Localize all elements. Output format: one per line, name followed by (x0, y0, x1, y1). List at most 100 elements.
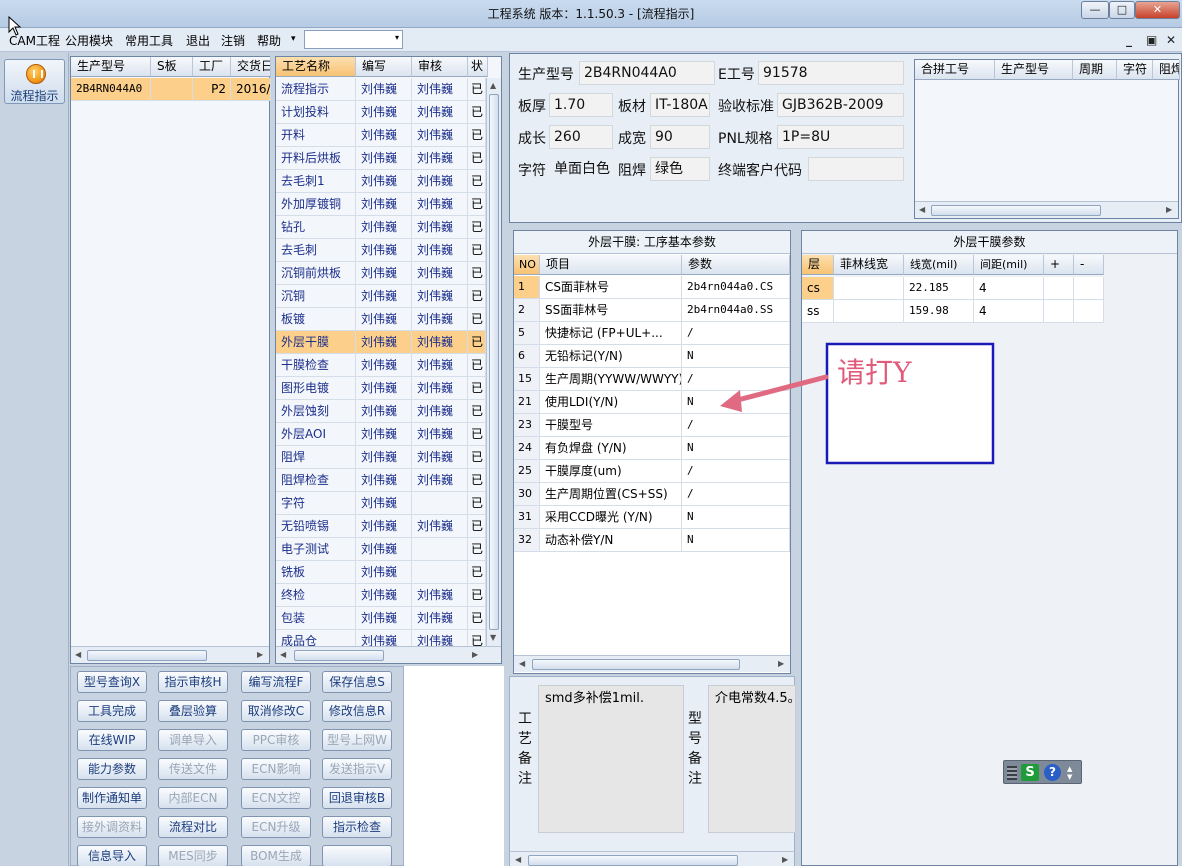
minimize-button[interactable]: — (1081, 1, 1109, 19)
action-button-5[interactable]: 叠层验算 (158, 700, 228, 722)
scroll-right-icon[interactable]: ▶ (472, 650, 478, 659)
mask-field[interactable]: 绿色 (650, 157, 710, 181)
action-button-7[interactable]: 修改信息R (322, 700, 392, 722)
action-button-16[interactable]: 制作通知单 (77, 787, 147, 809)
mdi-minimize-button[interactable]: _ (1126, 33, 1132, 47)
scroll-right-icon[interactable]: ▶ (1166, 205, 1172, 214)
action-button-14[interactable]: ECN影响 (241, 758, 311, 780)
action-button-0[interactable]: 型号查询X (77, 671, 147, 693)
scroll-right-icon[interactable]: ▶ (257, 650, 263, 659)
e-no-field[interactable]: 91578 (758, 61, 904, 85)
process-row[interactable]: 终检 刘伟巍 刘伟巍已 (276, 584, 486, 607)
prod-model-field[interactable]: 2B4RN044A0 (579, 61, 715, 85)
scroll-right-icon[interactable]: ▶ (778, 659, 784, 668)
process-row[interactable]: 开料后烘板 刘伟巍 刘伟巍已 (276, 147, 486, 170)
process-row[interactable]: 铣板 刘伟巍 已 (276, 561, 486, 584)
col-header-layer[interactable]: 层 (802, 255, 834, 275)
maximize-button[interactable]: □ (1109, 1, 1135, 19)
action-button-26[interactable]: BOM生成 (241, 845, 311, 866)
horizontal-scrollbar[interactable]: ◀ ▶ (915, 201, 1178, 218)
action-button-13[interactable]: 传送文件 (158, 758, 228, 780)
table-row[interactable]: 2B4RN044A0 P2 2016/ (71, 78, 271, 101)
scroll-up-icon[interactable]: ▲ (490, 81, 496, 90)
col-header-param[interactable]: 参数 (682, 255, 790, 275)
param-row[interactable]: 31 采用CCD曝光 (Y/N) N (514, 506, 790, 529)
menu-tools[interactable]: 常用工具 (125, 32, 173, 49)
col-header-linewidth-mil[interactable]: 线宽(mil) (904, 255, 974, 275)
add-column-button[interactable]: + (1044, 255, 1074, 275)
col-header-combine-model[interactable]: 生产型号 (995, 60, 1073, 80)
process-row[interactable]: 钻孔 刘伟巍 刘伟巍已 (276, 216, 486, 239)
remove-column-button[interactable]: - (1074, 255, 1104, 275)
menu-overflow-icon[interactable]: ▾ (291, 34, 296, 44)
mdi-close-button[interactable]: ✕ (1166, 33, 1176, 47)
col-header-film-linewidth[interactable]: 菲林线宽 (834, 255, 904, 275)
scrollbar-thumb[interactable] (931, 205, 1101, 216)
col-header-delivery[interactable]: 交货日 (231, 57, 271, 77)
action-button-11[interactable]: 型号上网W (322, 729, 392, 751)
action-button-2[interactable]: 编写流程F (241, 671, 311, 693)
ime-menu-icon[interactable]: ▲ ▼ (1067, 765, 1072, 781)
menu-common-module[interactable]: 公用模块 (65, 32, 113, 49)
film-row[interactable]: ss 159.98 4 (802, 300, 1104, 323)
action-button-4[interactable]: 工具完成 (77, 700, 147, 722)
action-button-17[interactable]: 内部ECN (158, 787, 228, 809)
process-row[interactable]: 外层蚀刻 刘伟巍 刘伟巍已 (276, 400, 486, 423)
action-button-19[interactable]: 回退审核B (322, 787, 392, 809)
col-header-writer[interactable]: 编写 (356, 57, 412, 77)
mdi-restore-button[interactable]: ▣ (1146, 33, 1157, 47)
customer-code-field[interactable] (808, 157, 904, 181)
scrollbar-thumb[interactable] (87, 650, 207, 661)
process-row[interactable]: 外加厚镀铜 刘伟巍 刘伟巍已 (276, 193, 486, 216)
toolbar-combo[interactable]: ▾ (304, 30, 403, 49)
scroll-left-icon[interactable]: ◀ (919, 205, 925, 214)
process-row[interactable]: 无铅喷锡 刘伟巍 刘伟巍已 (276, 515, 486, 538)
col-header-combine-cycle[interactable]: 周期 (1073, 60, 1117, 80)
action-button-15[interactable]: 发送指示V (322, 758, 392, 780)
horizontal-scrollbar[interactable]: ◀ ▶ (71, 646, 269, 663)
col-header-reviewer[interactable]: 审核 (412, 57, 468, 77)
scrollbar-thumb[interactable] (532, 659, 740, 670)
param-row[interactable]: 1 CS面菲林号 2b4rn044a0.CS (514, 276, 790, 299)
action-button-25[interactable]: MES同步 (158, 845, 228, 866)
col-header-model[interactable]: 生产型号 (71, 57, 151, 77)
action-button-12[interactable]: 能力参数 (77, 758, 147, 780)
col-header-sboard[interactable]: S板 (151, 57, 193, 77)
horizontal-scrollbar[interactable]: ◀ ▶ (510, 851, 794, 866)
menu-exit[interactable]: 退出 (186, 32, 210, 49)
scrollbar-thumb[interactable] (528, 855, 738, 866)
width-field[interactable]: 90 (650, 125, 710, 149)
action-button-20[interactable]: 接外调资料 (77, 816, 147, 838)
process-row[interactable]: 外层AOI 刘伟巍 刘伟巍已 (276, 423, 486, 446)
process-row[interactable]: 包装 刘伟巍 刘伟巍已 (276, 607, 486, 630)
process-row[interactable]: 字符 刘伟巍 已 (276, 492, 486, 515)
process-row[interactable]: 开料 刘伟巍 刘伟巍已 (276, 124, 486, 147)
process-row[interactable]: 流程指示 刘伟巍 刘伟巍已 (276, 78, 486, 101)
col-header-combine-mask[interactable]: 阻焊 (1153, 60, 1180, 80)
param-row[interactable]: 32 动态补偿Y/N N (514, 529, 790, 552)
process-row[interactable]: 板镀 刘伟巍 刘伟巍已 (276, 308, 486, 331)
col-header-spacing-mil[interactable]: 间距(mil) (974, 255, 1044, 275)
action-button-3[interactable]: 保存信息S (322, 671, 392, 693)
menu-logout[interactable]: 注销 (221, 32, 245, 49)
action-button-27[interactable] (322, 845, 392, 866)
pnl-field[interactable]: 1P=8U (777, 125, 904, 149)
menu-help[interactable]: 帮助 (257, 32, 281, 49)
process-row[interactable]: 外层干膜 刘伟巍 刘伟巍已 (276, 331, 486, 354)
scroll-right-icon[interactable]: ▶ (782, 855, 788, 864)
col-header-item[interactable]: 项目 (540, 255, 682, 275)
action-button-9[interactable]: 调单导入 (158, 729, 228, 751)
col-header-status[interactable]: 状 (468, 57, 488, 77)
action-button-8[interactable]: 在线WIP (77, 729, 147, 751)
process-row[interactable]: 电子测试 刘伟巍 已 (276, 538, 486, 561)
scroll-left-icon[interactable]: ◀ (75, 650, 81, 659)
action-button-18[interactable]: ECN文控 (241, 787, 311, 809)
scroll-left-icon[interactable]: ◀ (515, 855, 521, 864)
action-button-1[interactable]: 指示审核H (158, 671, 228, 693)
horizontal-scrollbar[interactable]: ◀ ▶ (276, 646, 501, 663)
process-row[interactable]: 去毛刺 刘伟巍 刘伟巍已 (276, 239, 486, 262)
grip-icon[interactable] (1007, 766, 1017, 780)
action-button-24[interactable]: 信息导入 (77, 845, 147, 866)
horizontal-scrollbar[interactable]: ◀ ▶ (514, 655, 790, 672)
process-row[interactable]: 去毛刺1 刘伟巍 刘伟巍已 (276, 170, 486, 193)
